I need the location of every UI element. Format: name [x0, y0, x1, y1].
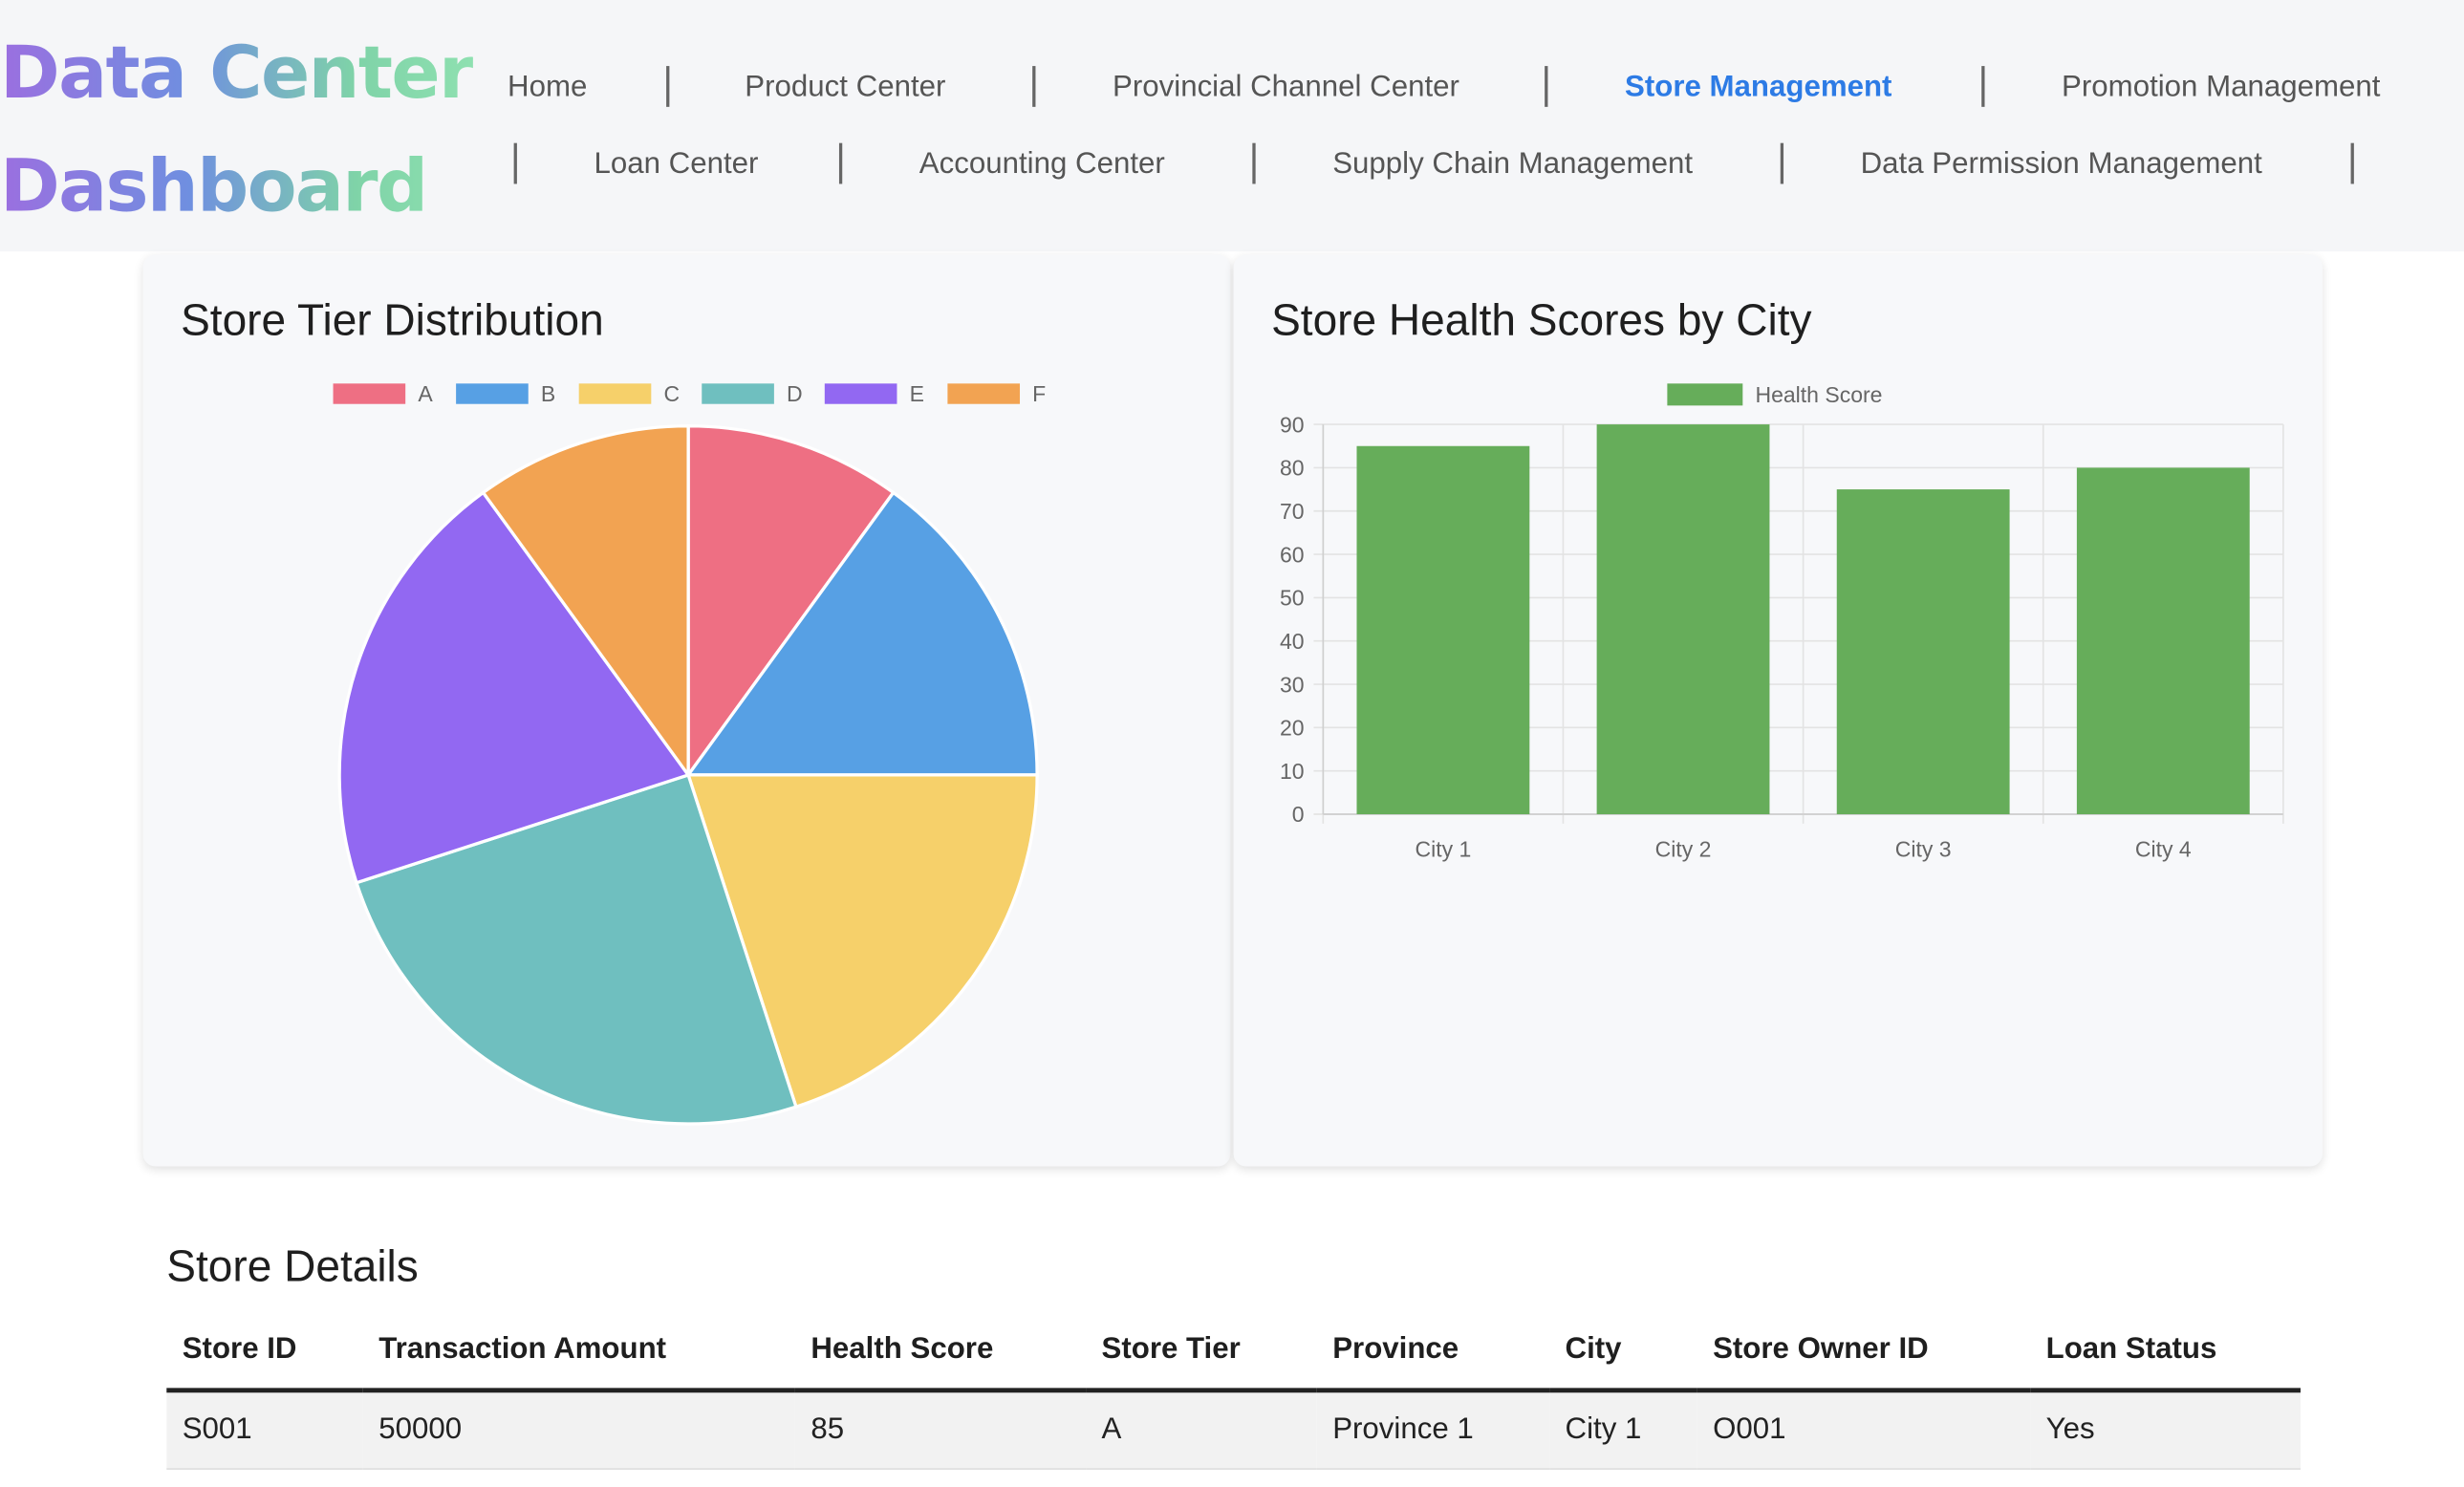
- table-cell: Yes: [2030, 1390, 2301, 1470]
- y-tick-label: 60: [1280, 542, 1305, 567]
- nav-separator: [1252, 142, 1256, 184]
- y-tick-label: 20: [1280, 716, 1305, 741]
- table-cell: City 1: [1549, 1390, 1697, 1470]
- bar-chart: Health Score 0 10 20 30 40 50 60 70 80 90 City 1 Cit…: [1280, 382, 2284, 861]
- y-tick-label: 80: [1280, 456, 1305, 481]
- x-tick-label: City 4: [2135, 836, 2192, 861]
- column-header[interactable]: Store Owner ID: [1697, 1314, 2031, 1392]
- y-tick-label: 40: [1280, 629, 1305, 654]
- table-cell: S001: [166, 1390, 363, 1470]
- app-logo-title: Data Center Dashboard: [0, 15, 473, 242]
- table-header-row: Store ID Transaction Amount Health Score…: [166, 1314, 2301, 1392]
- legend-label[interactable]: D: [787, 381, 803, 406]
- y-tick-label: 50: [1280, 586, 1305, 611]
- legend-label[interactable]: E: [910, 381, 924, 406]
- legend-label[interactable]: Health Score: [1755, 382, 1882, 407]
- table-cell: A: [1086, 1390, 1317, 1470]
- nav-item-home[interactable]: Home: [508, 69, 587, 106]
- nav-separator: [2350, 142, 2354, 184]
- pie-chart: A B C D E F: [333, 381, 1046, 1126]
- legend-swatch[interactable]: [333, 383, 406, 404]
- column-header[interactable]: Province: [1316, 1314, 1550, 1392]
- nav-separator: [666, 66, 670, 107]
- column-header[interactable]: Transaction Amount: [362, 1314, 795, 1392]
- store-health-card: Store Health Scores by City Health Score…: [1233, 254, 2323, 1167]
- legend-label[interactable]: B: [541, 381, 555, 406]
- legend-label[interactable]: A: [418, 381, 433, 406]
- legend-swatch[interactable]: [578, 383, 652, 404]
- nav-item-provincial-channel-center[interactable]: Provincial Channel Center: [1113, 69, 1459, 106]
- bar[interactable]: [1356, 445, 1530, 815]
- column-header[interactable]: Store ID: [166, 1314, 363, 1392]
- store-tier-card: Store Tier Distribution ABCDEF: [142, 254, 1231, 1167]
- y-tick-label: 30: [1280, 672, 1305, 697]
- x-tick-label: City 2: [1655, 836, 1712, 861]
- nav-item-store-management[interactable]: Store Management: [1625, 69, 1891, 106]
- column-header[interactable]: Store Tier: [1086, 1314, 1317, 1392]
- column-header[interactable]: Health Score: [794, 1314, 1087, 1392]
- nav-item-loan-center[interactable]: Loan Center: [594, 146, 758, 183]
- y-tick-label: 90: [1280, 412, 1305, 437]
- table-cell: 50000: [362, 1390, 795, 1470]
- nav-separator: [1780, 142, 1784, 184]
- bar[interactable]: [1596, 424, 1770, 815]
- bar[interactable]: [2076, 467, 2250, 815]
- bar[interactable]: [1836, 489, 2010, 815]
- legend-swatch[interactable]: [456, 383, 529, 404]
- app-title-line2: Dashboard: [0, 142, 427, 228]
- store-details-table: Store ID Transaction Amount Health Score…: [166, 1314, 2301, 1470]
- legend-swatch[interactable]: [702, 383, 774, 404]
- table-cell: O001: [1697, 1390, 2031, 1470]
- nav-item-supply-chain-management[interactable]: Supply Chain Management: [1332, 146, 1693, 183]
- nav-separator: [513, 142, 517, 184]
- column-header[interactable]: City: [1549, 1314, 1697, 1392]
- legend-swatch[interactable]: [1667, 383, 1743, 406]
- app-title-line1: Data Center: [0, 30, 473, 116]
- y-tick-label: 70: [1280, 499, 1305, 524]
- header: Data Center Dashboard Home Product Cente…: [0, 0, 2464, 252]
- x-tick-label: City 3: [1895, 836, 1952, 861]
- nav-separator: [1032, 66, 1036, 107]
- nav-separator: [1545, 66, 1548, 107]
- y-tick-label: 0: [1292, 802, 1305, 827]
- nav-item-accounting-center[interactable]: Accounting Center: [919, 146, 1165, 183]
- nav-separator: [1981, 66, 1985, 107]
- table-row[interactable]: S001 50000 85 A Province 1 City 1 O001 Y…: [166, 1390, 2301, 1470]
- legend-label[interactable]: F: [1032, 381, 1046, 406]
- legend-label[interactable]: C: [663, 381, 680, 406]
- section-title: Store Details: [166, 1241, 419, 1291]
- legend-swatch[interactable]: [824, 383, 897, 404]
- nav-item-promotion-management[interactable]: Promotion Management: [2062, 69, 2380, 106]
- nav-separator: [838, 142, 843, 184]
- table-cell: 85: [794, 1390, 1087, 1470]
- legend-swatch[interactable]: [947, 383, 1021, 404]
- column-header[interactable]: Loan Status: [2030, 1314, 2301, 1392]
- nav-item-product-center[interactable]: Product Center: [745, 69, 945, 106]
- table-cell: Province 1: [1316, 1390, 1550, 1470]
- x-tick-label: City 1: [1415, 836, 1471, 861]
- nav-item-data-permission-management[interactable]: Data Permission Management: [1861, 146, 2262, 183]
- y-tick-label: 10: [1280, 759, 1305, 784]
